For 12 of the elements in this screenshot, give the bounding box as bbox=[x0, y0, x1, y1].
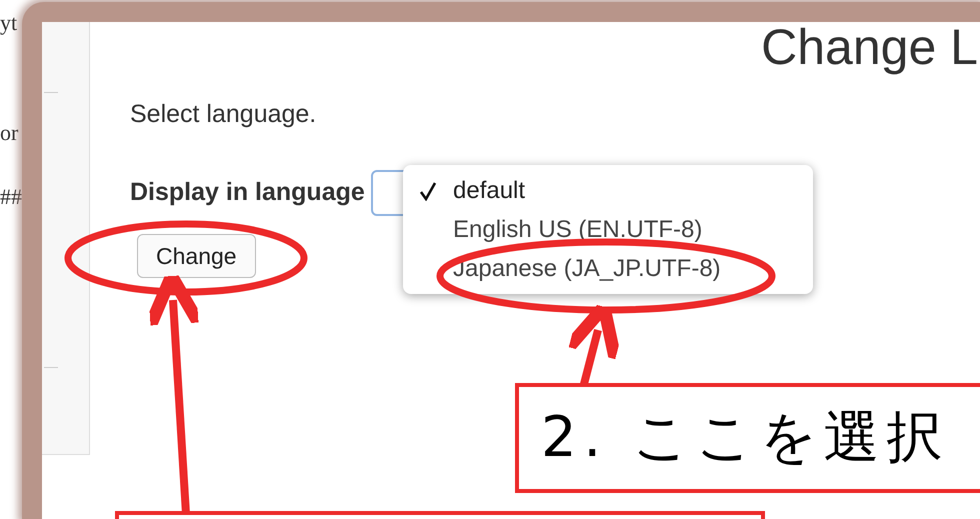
checkmark-icon bbox=[419, 180, 437, 200]
background-text: ## bbox=[0, 186, 22, 208]
callout-text: 2. ここを選択 bbox=[541, 404, 949, 472]
page-title: Change L bbox=[761, 22, 978, 72]
dropdown-option[interactable]: Japanese (JA_JP.UTF-8) bbox=[403, 249, 813, 288]
background-text: or bbox=[0, 122, 20, 144]
instruction-text: Select language. bbox=[130, 99, 316, 130]
field-label: Display in language bbox=[130, 176, 365, 208]
background-text: yt bbox=[0, 12, 18, 34]
dropdown-option[interactable]: default bbox=[403, 171, 813, 210]
dropdown-option[interactable]: English US (EN.UTF-8) bbox=[403, 210, 813, 249]
change-button[interactable]: Change bbox=[137, 234, 256, 278]
